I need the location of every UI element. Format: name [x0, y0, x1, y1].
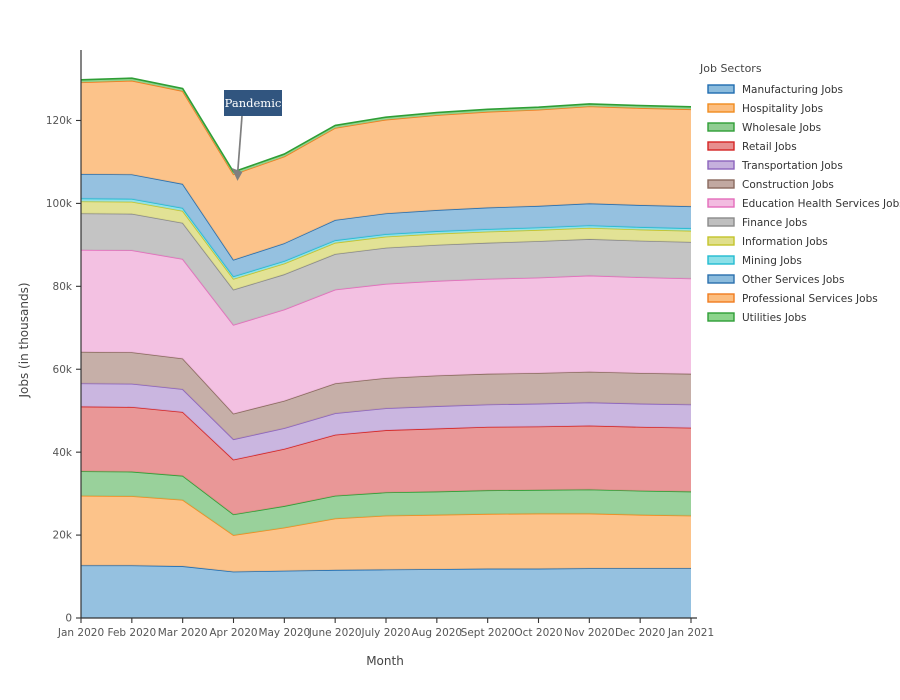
legend-swatch: [707, 198, 735, 208]
legend-label: Manufacturing Jobs: [742, 84, 843, 96]
legend-swatch: [707, 293, 735, 303]
legend-label: Other Services Jobs: [742, 274, 844, 286]
y-axis-ticks: 0 20k 40k 60k 80k 100k 120k: [46, 115, 81, 625]
area-chart-svg: Jan 2020 Feb 2020 Mar 2020 Apr 2020 May 2020…: [17, 50, 900, 668]
legend-item[interactable]: Other Services Jobs: [707, 274, 844, 286]
legend-swatch: [707, 160, 735, 170]
stacked-areas-group: [80, 77, 692, 618]
x-tick-label: Jan 2020: [57, 627, 104, 639]
legend-item[interactable]: Retail Jobs: [707, 141, 797, 153]
legend-swatch: [707, 84, 735, 94]
legend-swatch: [707, 217, 735, 227]
legend-label: Education Health Services Jobs: [742, 198, 900, 210]
x-tick-label: Nov 2020: [564, 627, 615, 639]
x-tick-label: Dec 2020: [615, 627, 665, 639]
legend: Job Sectors Manufacturing Jobs Hospitality…: [699, 62, 900, 324]
legend-swatch: [707, 122, 735, 132]
x-tick-label: Jan 2021: [667, 627, 714, 639]
legend-label: Mining Jobs: [742, 255, 802, 267]
chart-container: Jan 2020 Feb 2020 Mar 2020 Apr 2020 May 2020…: [0, 0, 900, 700]
legend-label: Wholesale Jobs: [742, 122, 821, 134]
x-tick-label: Aug 2020: [412, 627, 463, 639]
legend-swatch: [707, 274, 735, 284]
x-tick-label: May 2020: [258, 627, 310, 639]
legend-item[interactable]: Hospitality Jobs: [707, 103, 823, 115]
y-axis-title: Jobs (in thousands): [17, 282, 31, 398]
legend-item[interactable]: Professional Services Jobs: [707, 293, 878, 305]
annotation-label: Pandemic: [225, 96, 282, 110]
x-tick-label: Sept 2020: [461, 627, 515, 639]
legend-label: Transportation Jobs: [741, 160, 843, 172]
legend-label: Finance Jobs: [742, 217, 807, 229]
x-tick-label: July 2020: [361, 627, 411, 639]
legend-swatch: [707, 236, 735, 246]
legend-item[interactable]: Information Jobs: [707, 236, 828, 248]
x-axis-title: Month: [366, 654, 404, 668]
legend-label: Hospitality Jobs: [742, 103, 823, 115]
x-tick-label: Oct 2020: [514, 627, 562, 639]
legend-label: Professional Services Jobs: [742, 293, 878, 305]
legend-label: Construction Jobs: [742, 179, 834, 191]
area-band: [81, 565, 691, 618]
y-tick-label: 40k: [53, 447, 73, 459]
legend-label: Information Jobs: [742, 236, 828, 248]
legend-item[interactable]: Finance Jobs: [707, 217, 807, 229]
legend-swatch: [707, 103, 735, 113]
legend-item[interactable]: Transportation Jobs: [707, 160, 843, 172]
legend-item[interactable]: Utilities Jobs: [707, 312, 807, 324]
y-tick-label: 0: [65, 613, 72, 625]
legend-item[interactable]: Manufacturing Jobs: [707, 84, 843, 96]
y-tick-label: 100k: [46, 198, 73, 210]
legend-item[interactable]: Education Health Services Jobs: [707, 198, 900, 210]
x-tick-label: Apr 2020: [209, 627, 257, 639]
y-tick-label: 20k: [53, 530, 73, 542]
annotation-arrow-line: [236, 115, 243, 175]
legend-swatch: [707, 179, 735, 189]
y-tick-label: 60k: [53, 364, 73, 376]
legend-item[interactable]: Mining Jobs: [707, 255, 802, 267]
legend-swatch: [707, 141, 735, 151]
legend-swatch: [707, 255, 735, 265]
legend-label: Utilities Jobs: [742, 312, 807, 324]
legend-item[interactable]: Wholesale Jobs: [707, 122, 821, 134]
x-tick-label: Feb 2020: [108, 627, 157, 639]
legend-title: Job Sectors: [699, 62, 762, 75]
legend-swatch: [707, 312, 735, 322]
y-tick-label: 120k: [46, 115, 73, 127]
legend-item[interactable]: Construction Jobs: [707, 179, 834, 191]
x-tick-label: Mar 2020: [158, 627, 208, 639]
y-tick-label: 80k: [53, 281, 73, 293]
x-tick-label: June 2020: [308, 627, 362, 639]
legend-label: Retail Jobs: [742, 141, 797, 153]
x-axis-ticks: Jan 2020 Feb 2020 Mar 2020 Apr 2020 May 2020…: [57, 618, 714, 639]
